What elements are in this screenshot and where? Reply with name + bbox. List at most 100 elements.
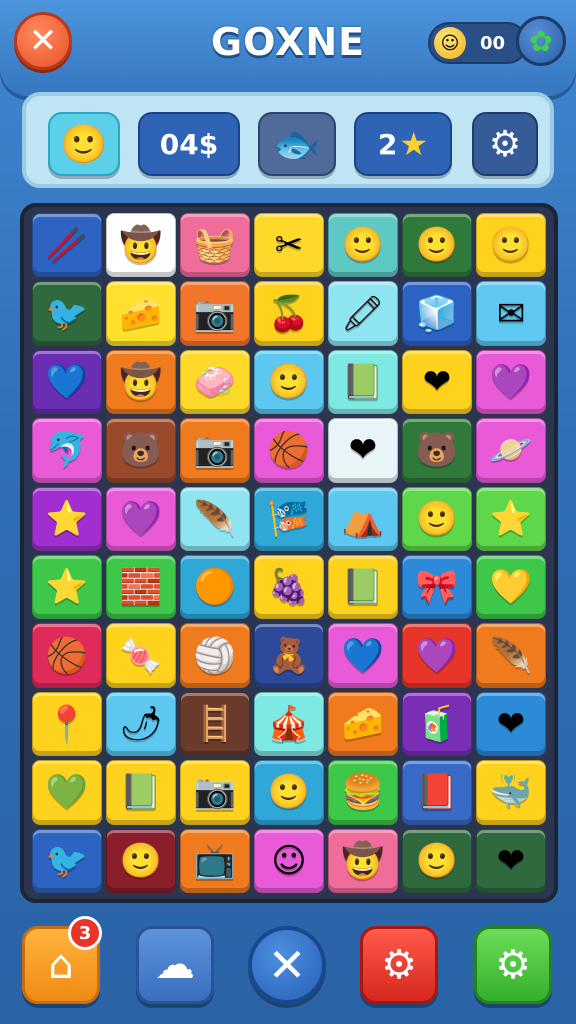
tile-icon: 🐦 [45, 293, 89, 334]
red-gear-button[interactable]: ⚙ [360, 926, 438, 1004]
board-tile[interactable]: 🏐 [180, 623, 250, 688]
board-tile[interactable]: ❤ [476, 828, 546, 893]
board-tile[interactable]: 📷 [180, 281, 250, 346]
board-tile[interactable]: 📗 [328, 349, 398, 415]
board-tile[interactable]: 📗 [328, 555, 398, 620]
notification-badge: 3 [68, 916, 102, 950]
board-tile[interactable]: 🧼 [180, 349, 250, 415]
board-tile[interactable]: 📺 [180, 828, 250, 893]
board-tile[interactable]: 🙂 [328, 213, 398, 278]
tile-icon: 🪶 [193, 498, 237, 539]
board-tile[interactable]: ⭐ [32, 555, 102, 620]
tile-icon: 📷 [193, 772, 237, 813]
board-tile[interactable]: 📗 [106, 760, 176, 825]
board-tile[interactable]: 💚 [32, 760, 102, 825]
board-tile[interactable]: 🧸 [254, 623, 324, 688]
board-tile[interactable]: ⭐ [476, 486, 546, 551]
board-tile[interactable]: ❤ [328, 418, 398, 483]
board-tile[interactable]: ✉ [476, 281, 546, 346]
board-tile[interactable]: 📕 [402, 760, 472, 825]
board-tile[interactable]: 🧺 [180, 213, 250, 278]
board-tile[interactable]: 🐦 [32, 828, 102, 893]
board-tile[interactable]: 🪶 [180, 486, 250, 551]
tile-icon: 📗 [341, 361, 385, 402]
board-tile[interactable]: 🍇 [254, 555, 324, 620]
tile-icon: ❤ [348, 430, 378, 471]
board-tile[interactable]: ✂ [254, 213, 324, 278]
cloud-button[interactable]: ☁ [136, 926, 214, 1004]
board-tile[interactable]: 🧱 [106, 555, 176, 620]
board-tile[interactable]: 🤠 [328, 828, 398, 893]
board-tile[interactable]: 🎪 [254, 691, 324, 757]
board-tile[interactable]: 🐦 [32, 281, 102, 346]
board-tile[interactable]: ⭐ [32, 486, 102, 551]
board-tile[interactable]: 🐬 [32, 418, 102, 483]
board-tile[interactable]: 💙 [328, 623, 398, 688]
board-tile[interactable]: ☺ [254, 828, 324, 893]
board-tile[interactable]: 🤠 [106, 213, 176, 278]
add-gems-button[interactable]: ✿ [516, 16, 566, 66]
board-tile[interactable]: 🤠 [106, 349, 176, 415]
tile-icon: ❤ [422, 361, 452, 402]
board-tile[interactable]: 🙂 [476, 213, 546, 278]
board-tile[interactable]: 💛 [476, 555, 546, 620]
board-tile[interactable]: 🙂 [402, 213, 472, 278]
board-tile[interactable]: 🟠 [180, 555, 250, 620]
board-tile[interactable]: 💜 [476, 349, 546, 415]
board-tile[interactable]: 🌶 [106, 691, 176, 757]
tile-icon: 📷 [193, 430, 237, 471]
board-tile[interactable]: 🐻 [106, 418, 176, 483]
board-tile[interactable]: 🍔 [328, 760, 398, 825]
board-tile[interactable]: 🧊 [402, 281, 472, 346]
board-tile[interactable]: 🙂 [254, 349, 324, 415]
smile-icon: 🙂 [60, 121, 108, 166]
board-tile[interactable]: 🐳 [476, 760, 546, 825]
board-tile[interactable]: 🖍 [328, 281, 398, 346]
board-tile[interactable]: 📍 [32, 691, 102, 757]
board-tile[interactable]: 🪶 [476, 623, 546, 688]
board-tile[interactable]: 🍒 [254, 281, 324, 346]
tile-icon: ☺ [271, 840, 307, 881]
board-tile[interactable]: 🎏 [254, 486, 324, 551]
gem-icon: ✿ [529, 24, 553, 58]
tile-icon: 🧀 [341, 703, 385, 744]
board-tile[interactable]: 🙂 [402, 828, 472, 893]
board-tile[interactable]: 🪜 [180, 691, 250, 757]
board-tile[interactable]: 🏀 [254, 418, 324, 483]
tile-icon: 💛 [489, 567, 533, 608]
tile-icon: 🧺 [193, 225, 237, 266]
board-tile[interactable]: ❤ [476, 691, 546, 757]
tile-icon: ❤ [496, 840, 526, 881]
board-tile[interactable]: 🍬 [106, 623, 176, 688]
board-tile[interactable]: 💜 [402, 623, 472, 688]
board-tile[interactable]: 🧀 [328, 691, 398, 757]
board-tile[interactable]: 🎀 [402, 555, 472, 620]
tile-icon: 🧀 [119, 293, 163, 334]
board-tile[interactable]: 🥢 [32, 213, 102, 278]
green-gear-button[interactable]: ⚙ [474, 926, 552, 1004]
tile-icon: 📍 [45, 703, 89, 744]
stars-value: 2 [377, 127, 398, 161]
board-tile[interactable]: 🐻 [402, 418, 472, 483]
board-tile[interactable]: ❤ [402, 349, 472, 415]
board-tile[interactable]: 📷 [180, 418, 250, 483]
board-tile[interactable]: 📷 [180, 760, 250, 825]
board-tile[interactable]: 🙂 [106, 828, 176, 893]
board-tile[interactable]: 🪐 [476, 418, 546, 483]
board-tile[interactable]: 💙 [32, 349, 102, 415]
board-tile[interactable]: 🙂 [254, 760, 324, 825]
tile-icon: 🐬 [45, 430, 89, 471]
board-tile[interactable]: 🏀 [32, 623, 102, 688]
board-tile[interactable]: 🙂 [402, 486, 472, 551]
smile-stat-button[interactable]: 🙂 [48, 112, 120, 176]
tile-icon: 💜 [489, 361, 533, 402]
shuffle-close-button[interactable]: ✕ [248, 926, 326, 1004]
settings-button[interactable]: ⚙ [472, 112, 538, 176]
board-tile[interactable]: ⛺ [328, 486, 398, 551]
board-tile[interactable]: 💜 [106, 486, 176, 551]
board-tile[interactable]: 🧃 [402, 691, 472, 757]
tile-icon: ⭐ [489, 498, 533, 539]
board-tile[interactable]: 🧀 [106, 281, 176, 346]
fish-stat-button[interactable]: 🐟 [258, 112, 336, 176]
tile-icon: 🐻 [415, 430, 459, 471]
